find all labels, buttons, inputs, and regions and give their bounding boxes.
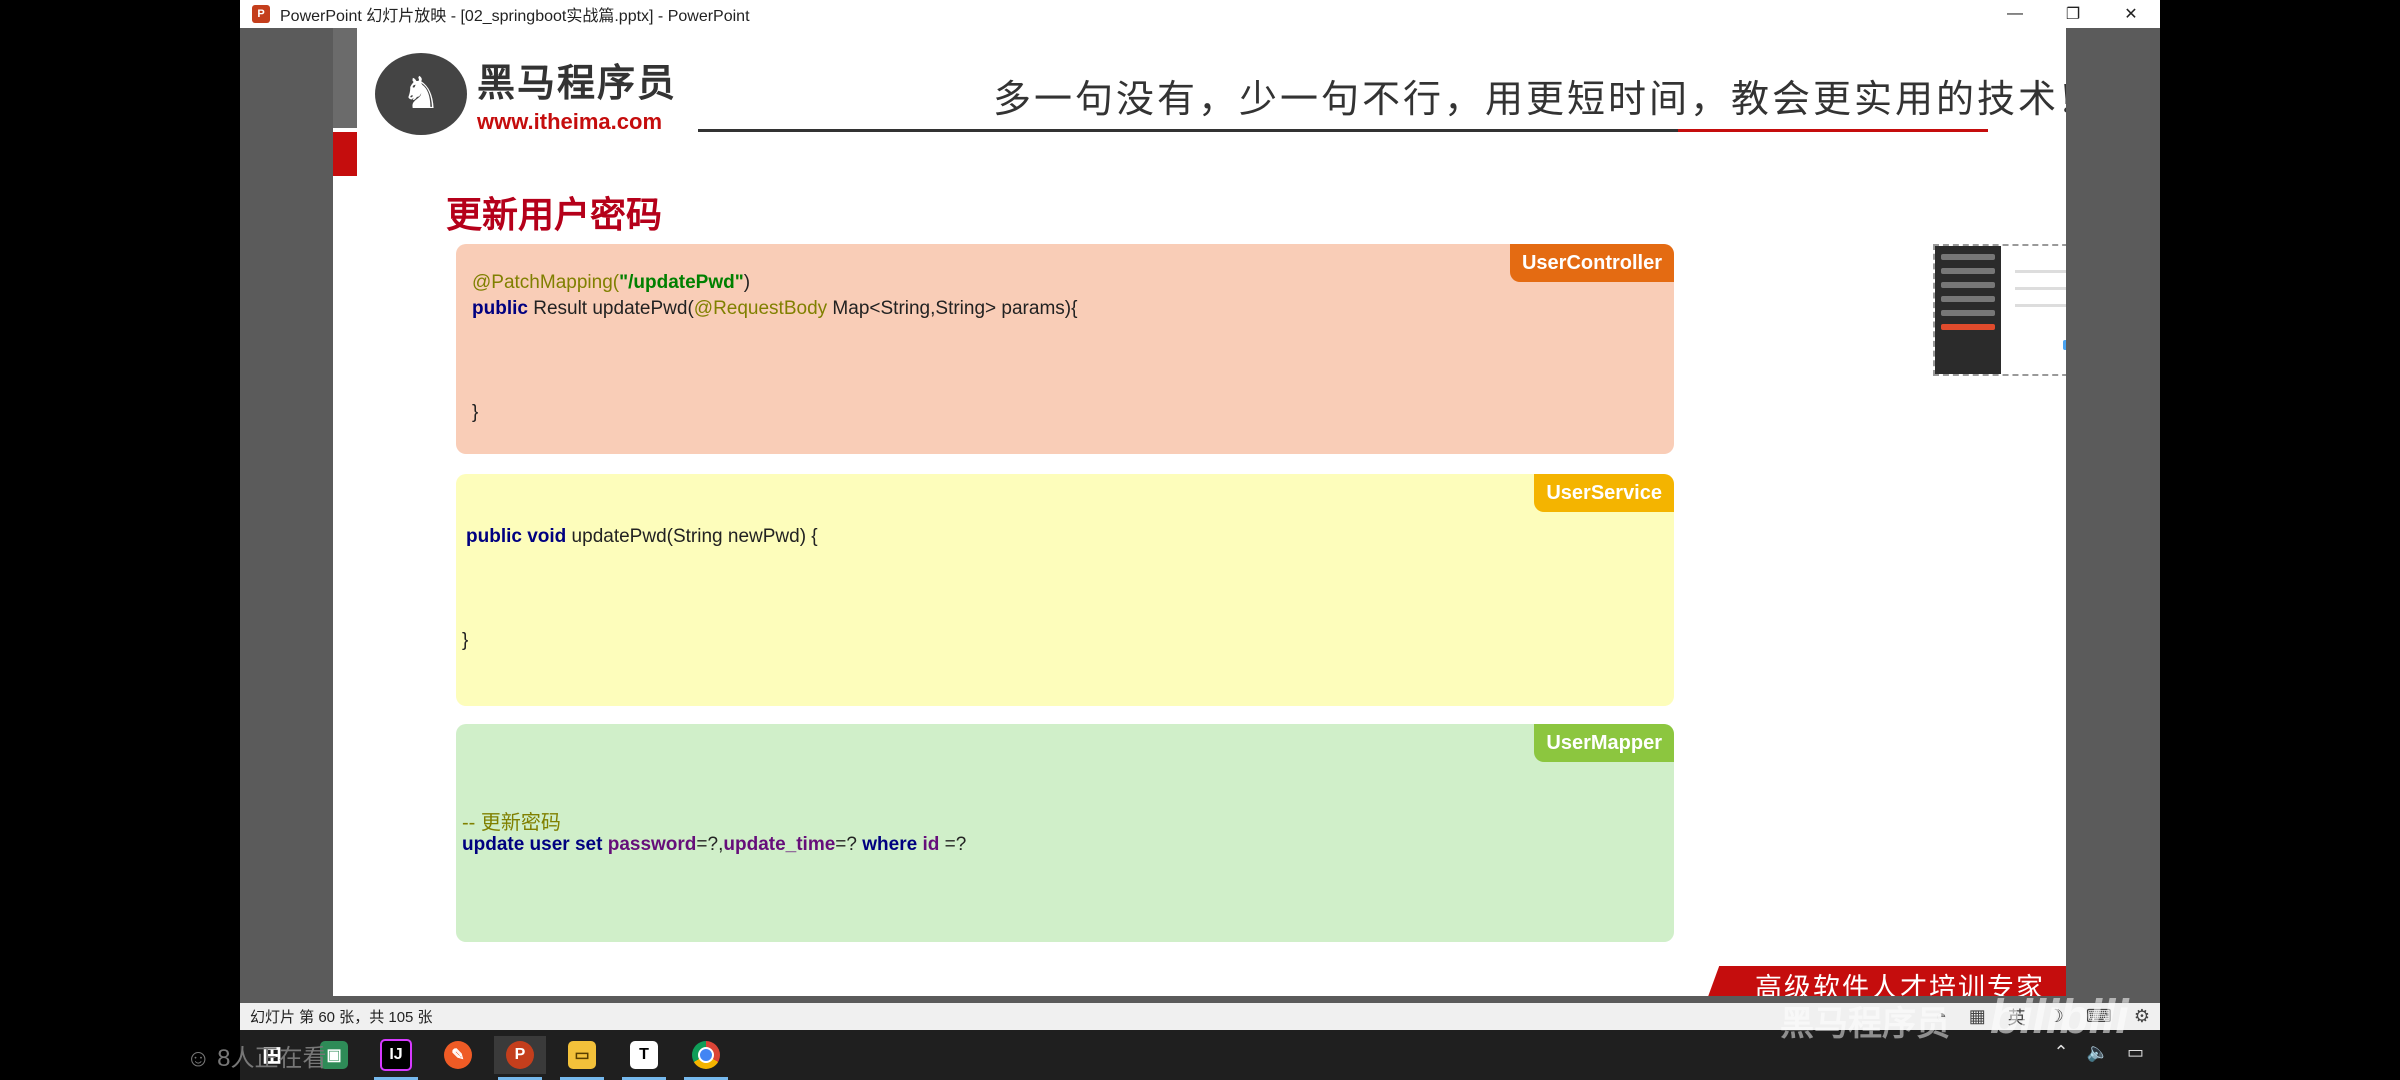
slide-title: 更新用户密码	[446, 194, 663, 235]
intellij-icon: IJ	[380, 1039, 412, 1071]
itheima-logo: ♞ 黑马程序员 www.itheima.com	[375, 52, 677, 135]
controller-annotation-line: @PatchMapping("/updatePwd")	[472, 272, 751, 293]
taskbar-app-file-explorer[interactable]: ▭	[556, 1036, 608, 1080]
slogan: 多一句没有，少一句不行，用更短时间，教会更实用的技术!	[993, 77, 2066, 121]
mapper-panel: UserMapper -- 更新密码 update user set passw…	[456, 724, 1674, 942]
settings-gear-icon[interactable]: ⚙	[2134, 1006, 2150, 1027]
taskbar-app-typora[interactable]: T	[618, 1036, 670, 1080]
logo-name: 黑马程序员	[477, 63, 678, 105]
thumbnail-sidebar	[1935, 246, 2001, 374]
chevron-up-icon[interactable]: ⌃	[2053, 1042, 2068, 1063]
horse-logo-icon: ♞	[375, 52, 467, 135]
header-decoration-gray	[333, 28, 357, 128]
title-bar[interactable]: P PowerPoint 幻灯片放映 - [02_springboot实战篇.p…	[240, 0, 2160, 28]
folder-icon: ▭	[568, 1041, 596, 1069]
watermark-left: 黑马程序员	[1780, 1005, 1950, 1043]
service-method-line: public void updatePwd(String newPwd) {	[466, 526, 818, 547]
taskbar-app-powerpoint[interactable]: P	[494, 1036, 546, 1080]
postman-icon: ✎	[444, 1041, 472, 1069]
slide-counter: 幻灯片 第 60 张，共 105 张	[250, 1009, 433, 1026]
logo-url: www.itheima.com	[477, 109, 663, 134]
live-viewers-count: ☺ 8人正在看	[186, 1045, 327, 1072]
taskbar-app-intellij[interactable]: IJ	[370, 1036, 422, 1080]
service-panel: UserService public void updatePwd(String…	[456, 474, 1674, 706]
typora-icon: T	[630, 1041, 658, 1069]
header-divider-accent	[1678, 129, 1988, 132]
thumbnail-submit-button	[2063, 340, 2066, 350]
watermark-bilibili: bilibili	[1990, 991, 2129, 1044]
system-tray[interactable]: ⌃ 🔈 ▭	[2053, 1042, 2144, 1063]
service-tag: UserService	[1534, 474, 1674, 512]
thumbnail-form	[2015, 256, 2066, 321]
slide[interactable]: ♞ 黑马程序员 www.itheima.com 多一句没有，少一句不行，用更短时…	[333, 28, 2066, 996]
controller-tag: UserController	[1509, 244, 1674, 282]
header-decoration-red	[333, 132, 357, 176]
grid-view-icon[interactable]: ▦	[1969, 1006, 1986, 1027]
controller-panel: UserController @PatchMapping("/updatePwd…	[456, 244, 1674, 454]
powerpoint-icon: P	[252, 5, 270, 23]
mapper-tag: UserMapper	[1534, 724, 1674, 762]
powerpoint-window: P PowerPoint 幻灯片放映 - [02_springboot实战篇.p…	[240, 0, 2160, 1030]
restore-button[interactable]: ❐	[2044, 0, 2102, 28]
network-icon[interactable]: ▭	[2127, 1042, 2144, 1063]
chrome-icon	[692, 1041, 720, 1069]
taskbar-app-chrome[interactable]	[680, 1036, 732, 1080]
controller-closing-brace: }	[472, 402, 479, 423]
close-button[interactable]: ✕	[2102, 0, 2160, 28]
window-title: PowerPoint 幻灯片放映 - [02_springboot实战篇.ppt…	[280, 8, 750, 25]
password-page-thumbnail	[1933, 244, 2066, 376]
volume-icon[interactable]: 🔈	[2087, 1042, 2109, 1063]
sql-comment: -- 更新密码	[462, 812, 561, 834]
sql-update-line: update user set password=?,update_time=?…	[462, 834, 967, 855]
taskbar-app-postman[interactable]: ✎	[432, 1036, 484, 1074]
minimize-button[interactable]: —	[1986, 0, 2044, 28]
powerpoint-taskbar-icon: P	[506, 1041, 534, 1069]
service-closing-brace: }	[462, 630, 469, 651]
controller-method-line: public Result updatePwd(@RequestBody Map…	[472, 298, 1078, 319]
